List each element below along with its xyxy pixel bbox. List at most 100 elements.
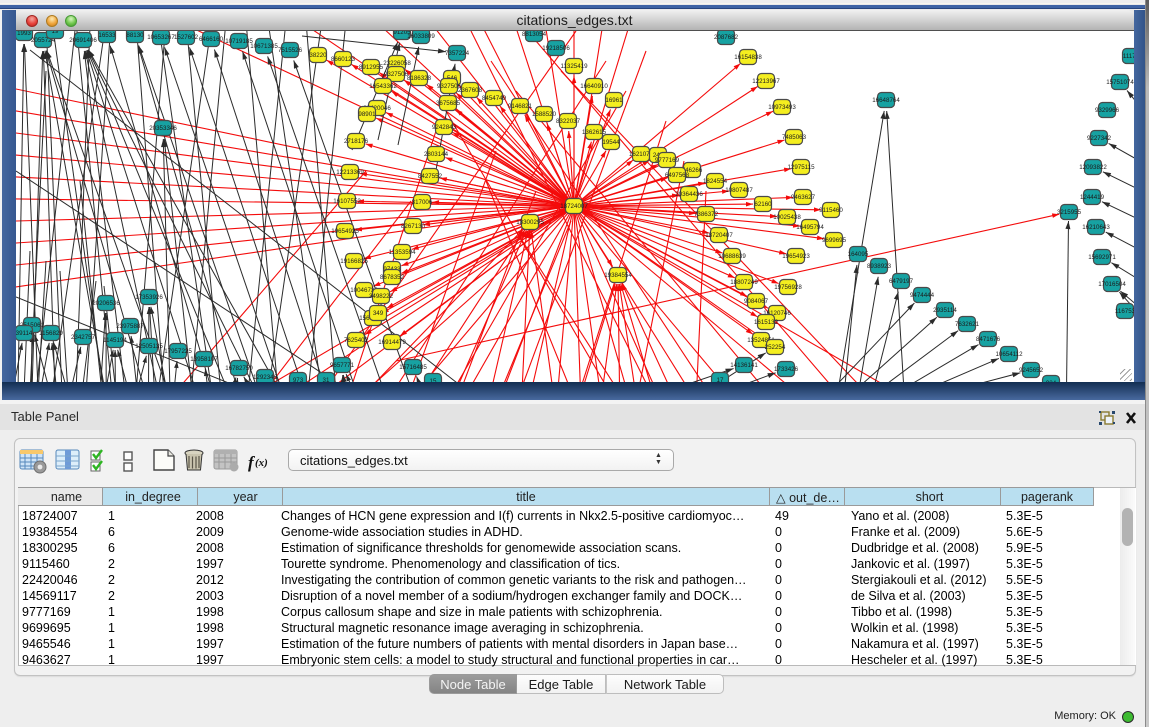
svg-text:8186328: 8186328 [407,75,432,82]
svg-text:1156829: 1156829 [39,330,63,337]
svg-text:11325419: 11325419 [560,63,588,70]
svg-text:16533: 16533 [98,32,116,39]
svg-text:1824554: 1824554 [703,178,728,185]
svg-text:12213967: 12213967 [752,78,780,85]
svg-text:2087682: 2087682 [714,34,739,41]
svg-text:10807487: 10807487 [725,187,753,194]
svg-text:7386372: 7386372 [694,211,719,218]
svg-text:11353594: 11353594 [388,249,416,256]
svg-text:9242843: 9242843 [432,124,457,131]
svg-text:7632621: 7632621 [955,321,980,328]
svg-text:3675685: 3675685 [436,100,461,107]
svg-text:10719185: 10719185 [225,38,253,45]
svg-text:9327506: 9327506 [384,71,409,78]
svg-text:1615132: 1615132 [754,319,779,326]
svg-text:15692971: 15692971 [1088,254,1116,261]
svg-text:1244419: 1244419 [1080,194,1105,201]
svg-text:349: 349 [373,310,384,317]
svg-text:10654112: 10654112 [995,351,1023,358]
svg-text:10973493: 10973493 [768,104,796,111]
svg-text:10653267: 10653267 [147,34,175,41]
svg-text:13958107: 13958107 [190,356,218,363]
svg-text:19654923: 19654923 [782,253,810,260]
svg-text:116753: 116753 [1115,308,1134,315]
svg-text:62160: 62160 [754,201,772,208]
svg-text:12975115: 12975115 [787,164,815,171]
svg-text:18724007: 18724007 [560,203,588,210]
svg-text:15716485: 15716485 [399,364,427,371]
svg-text:18300295: 18300295 [516,219,544,226]
svg-text:11170: 11170 [1123,53,1134,60]
svg-text:10671385: 10671385 [250,43,278,50]
svg-text:9227342: 9227342 [1087,135,1112,142]
svg-text:16107552: 16107552 [333,198,361,205]
svg-text:88130: 88130 [126,32,144,39]
svg-text:3215955: 3215955 [1057,209,1082,216]
svg-text:1588520: 1588520 [532,111,557,118]
svg-text:16961: 16961 [605,97,623,104]
svg-text:19384554: 19384554 [604,272,632,279]
svg-text:317006: 317006 [412,199,433,206]
svg-text:17016504: 17016504 [1098,281,1126,288]
svg-text:15751074: 15751074 [1106,79,1134,86]
svg-text:16543362: 16543362 [369,83,397,90]
svg-text:16914479: 16914479 [378,339,406,346]
svg-text:9777169: 9777169 [655,157,680,164]
svg-text:20691406: 20691406 [69,37,97,44]
svg-text:18807249: 18807249 [730,279,758,286]
svg-text:2367608: 2367608 [458,87,483,94]
svg-text:16033809: 16033809 [407,33,435,40]
svg-text:16782759: 16782759 [225,365,253,372]
svg-text:10025438: 10025438 [773,214,801,221]
svg-text:1292346: 1292346 [253,374,278,381]
svg-text:8660123: 8660123 [331,56,356,63]
svg-text:1993: 1993 [17,31,31,37]
svg-text:19218506: 19218506 [542,45,570,52]
svg-text:9657771: 9657771 [330,362,355,369]
svg-text:20364436: 20364436 [675,191,703,198]
svg-text:6479197: 6479197 [889,278,914,285]
svg-text:16210643: 16210643 [1082,224,1110,231]
svg-text:19756928: 19756928 [774,284,802,291]
svg-text:8678352: 8678352 [380,274,405,281]
svg-text:6466160: 6466160 [199,36,224,43]
svg-text:18720407: 18720407 [705,232,733,239]
svg-text:16154838: 16154838 [734,54,762,61]
svg-text:9329966: 9329966 [1095,107,1120,114]
svg-text:8912955: 8912955 [359,64,384,71]
svg-text:8938923: 8938923 [867,263,892,270]
svg-text:1145194: 1145194 [103,337,127,344]
svg-text:2342757: 2342757 [71,334,96,341]
svg-text:16640910: 16640910 [580,83,608,90]
svg-text:8267130: 8267130 [401,223,426,230]
svg-text:9245652: 9245652 [1019,367,1044,374]
svg-text:14136141: 14136141 [730,362,758,369]
svg-text:2718176: 2718176 [344,138,369,145]
svg-text:23975887: 23975887 [116,323,144,330]
svg-text:12213369: 12213369 [336,169,364,176]
svg-text:9115460: 9115460 [819,207,843,214]
svg-text:7485063: 7485063 [782,134,807,141]
svg-text:9146821: 9146821 [508,103,533,110]
svg-text:39114: 39114 [16,330,33,337]
svg-text:8322037: 8322037 [556,118,581,125]
svg-text:(x): (x) [255,457,268,469]
svg-text:20353346: 20353346 [149,125,177,132]
svg-text:9474444: 9474444 [910,292,935,299]
svg-text:9084067: 9084067 [744,298,769,305]
svg-text:16648764: 16648764 [872,97,900,104]
svg-text:8454749: 8454749 [482,95,507,102]
svg-text:8471676: 8471676 [976,336,1001,343]
svg-text:19544: 19544 [602,139,620,146]
svg-text:252254: 252254 [765,344,786,351]
svg-text:2935114: 2935114 [933,307,957,314]
svg-text:164095: 164095 [848,251,869,258]
svg-text:9463627: 9463627 [791,194,816,201]
svg-text:12093822: 12093822 [1079,164,1107,171]
svg-text:9699695: 9699695 [822,237,847,244]
svg-text:1527602: 1527602 [174,34,199,41]
svg-text:1733426: 1733426 [774,366,799,373]
svg-text:19654925: 19654925 [331,228,359,235]
svg-text:6497568: 6497568 [665,172,690,179]
svg-text:7515526: 7515526 [278,47,303,54]
